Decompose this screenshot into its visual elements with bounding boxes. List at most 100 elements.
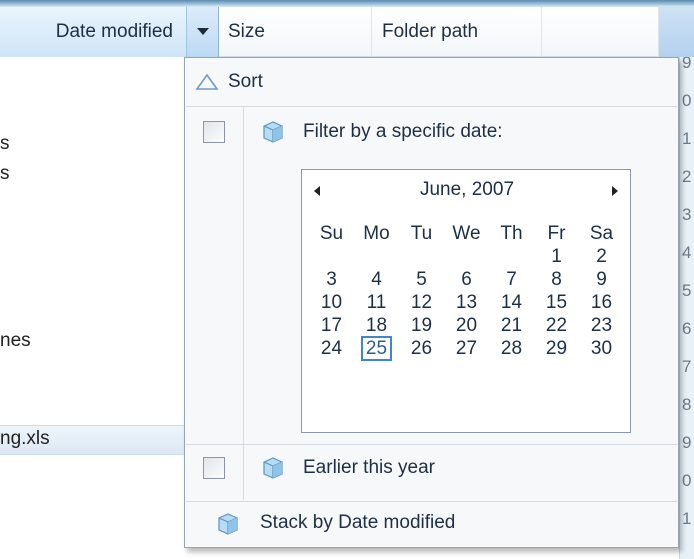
calendar-day[interactable]: 14 xyxy=(489,291,534,314)
calendar-empty-cell xyxy=(309,245,354,268)
calendar-day[interactable]: 19 xyxy=(399,314,444,337)
column-dropdown-button[interactable] xyxy=(187,7,219,57)
calendar-day-number: 14 xyxy=(500,292,523,313)
right-strip-digit: 7 xyxy=(682,357,692,376)
calendar-day[interactable]: 22 xyxy=(534,314,579,337)
right-strip-digit: 0 xyxy=(682,91,692,110)
right-strip-digit: 3 xyxy=(682,205,692,224)
calendar-day-selected[interactable]: 25 xyxy=(354,336,399,361)
calendar-day-number: 19 xyxy=(410,315,433,336)
chevron-right-icon[interactable] xyxy=(612,186,618,196)
column-header-next[interactable] xyxy=(659,7,694,57)
calendar-day[interactable]: 10 xyxy=(309,291,354,314)
column-header-date-modified-label: Date modified xyxy=(55,21,173,42)
window-top-edge xyxy=(0,0,694,7)
calendar-day[interactable]: 8 xyxy=(534,268,579,291)
calendar-day-number: 11 xyxy=(366,292,387,313)
right-strip-digit: 5 xyxy=(682,281,692,300)
calendar-weekday-header: Fr xyxy=(547,223,566,244)
menu-separator xyxy=(186,106,677,107)
date-picker-calendar: June, 2007 Su Mo Tu We Th Fr Sa 1 2 3 4 5 6 7 8 9 10 11 12… xyxy=(301,169,631,433)
menu-separator xyxy=(186,444,677,445)
calendar-day[interactable]: 20 xyxy=(444,314,489,337)
calendar-empty-cell xyxy=(399,245,444,268)
calendar-day[interactable]: 30 xyxy=(579,337,624,360)
file-row-name-fragment[interactable]: ng.xls xyxy=(0,428,50,450)
file-row-name-fragment[interactable]: s xyxy=(0,163,10,185)
calendar-day-number: 23 xyxy=(590,315,613,336)
filter-specific-date-label: Filter by a specific date: xyxy=(303,121,503,142)
earlier-this-year-checkbox[interactable] xyxy=(203,457,225,479)
column-header-empty[interactable] xyxy=(542,7,659,57)
right-strip-digit: 4 xyxy=(682,243,692,262)
menu-item-stack-by-date-modified[interactable]: Stack by Date modified xyxy=(185,502,678,547)
calendar-day[interactable]: 11 xyxy=(354,291,399,314)
calendar-day-number: 28 xyxy=(500,338,523,359)
calendar-day-number: 7 xyxy=(506,269,517,290)
column-header-size[interactable]: Size xyxy=(219,7,372,57)
right-strip-digit: 0 xyxy=(682,471,692,490)
calendar-day-number: 1 xyxy=(551,246,562,267)
calendar-day-number: 8 xyxy=(551,269,562,290)
calendar-day-number: 26 xyxy=(410,338,433,359)
calendar-day[interactable]: 17 xyxy=(309,314,354,337)
calendar-day-number: 5 xyxy=(416,269,427,290)
calendar-day[interactable]: 23 xyxy=(579,314,624,337)
calendar-day[interactable]: 13 xyxy=(444,291,489,314)
calendar-day[interactable]: 16 xyxy=(579,291,624,314)
file-row-name-fragment[interactable]: s xyxy=(0,133,10,155)
calendar-day-number: 9 xyxy=(596,269,607,290)
calendar-day-number: 24 xyxy=(320,338,343,359)
calendar-grid: Su Mo Tu We Th Fr Sa 1 2 3 4 5 6 7 8 9 10 11 12 13 14 15 16 17 1… xyxy=(309,222,625,361)
calendar-empty-cell xyxy=(489,245,534,268)
calendar-day[interactable]: 5 xyxy=(399,268,444,291)
calendar-day-number: 10 xyxy=(320,292,343,313)
calendar-day[interactable]: 24 xyxy=(309,337,354,360)
calendar-day-number: 15 xyxy=(545,292,568,313)
column-header-folder-path-label: Folder path xyxy=(382,21,479,42)
date-filter-dropdown-menu: Sort Filter by a specific date: June, 20… xyxy=(184,57,679,548)
calendar-weekday-header: Th xyxy=(500,223,523,244)
calendar-day-number: 20 xyxy=(455,315,478,336)
cube-icon xyxy=(218,513,238,535)
column-header-date-modified[interactable]: Date modified xyxy=(0,7,187,57)
calendar-day-number: 27 xyxy=(455,338,478,359)
calendar-day-number: 18 xyxy=(365,315,388,336)
menu-item-sort[interactable]: Sort xyxy=(185,58,678,106)
calendar-day[interactable]: 21 xyxy=(489,314,534,337)
calendar-day-number: 17 xyxy=(320,315,343,336)
chevron-down-icon xyxy=(196,28,209,35)
calendar-day[interactable]: 28 xyxy=(489,337,534,360)
calendar-day-number: 12 xyxy=(410,292,433,313)
right-strip-digit: 6 xyxy=(682,319,692,338)
calendar-day[interactable]: 26 xyxy=(399,337,444,360)
calendar-day[interactable]: 15 xyxy=(534,291,579,314)
calendar-day-number: 13 xyxy=(455,292,478,313)
calendar-day[interactable]: 1 xyxy=(534,245,579,268)
calendar-day[interactable]: 27 xyxy=(444,337,489,360)
calendar-weekday-header: Sa xyxy=(589,223,614,244)
calendar-day[interactable]: 29 xyxy=(534,337,579,360)
file-row-name-fragment[interactable]: nes xyxy=(0,330,31,352)
filter-specific-date-checkbox[interactable] xyxy=(203,121,225,143)
earlier-this-year-label: Earlier this year xyxy=(303,457,435,478)
calendar-day[interactable]: 6 xyxy=(444,268,489,291)
calendar-day-number: 30 xyxy=(590,338,613,359)
calendar-day[interactable]: 12 xyxy=(399,291,444,314)
calendar-day[interactable]: 4 xyxy=(354,268,399,291)
calendar-day-number: 16 xyxy=(590,292,613,313)
calendar-day[interactable]: 9 xyxy=(579,268,624,291)
sort-ascending-icon xyxy=(195,73,219,90)
calendar-day[interactable]: 18 xyxy=(354,314,399,337)
cube-icon xyxy=(263,121,283,143)
calendar-day[interactable]: 3 xyxy=(309,268,354,291)
calendar-day[interactable]: 2 xyxy=(579,245,624,268)
calendar-empty-cell xyxy=(444,245,489,268)
right-strip-digit: 1 xyxy=(682,509,692,528)
calendar-day[interactable]: 7 xyxy=(489,268,534,291)
column-header-folder-path[interactable]: Folder path xyxy=(372,7,542,57)
right-strip-digit: 9 xyxy=(682,433,692,452)
right-strip-digit: 8 xyxy=(682,395,692,414)
stack-by-date-modified-label: Stack by Date modified xyxy=(260,512,456,533)
column-header-size-label: Size xyxy=(228,21,265,42)
